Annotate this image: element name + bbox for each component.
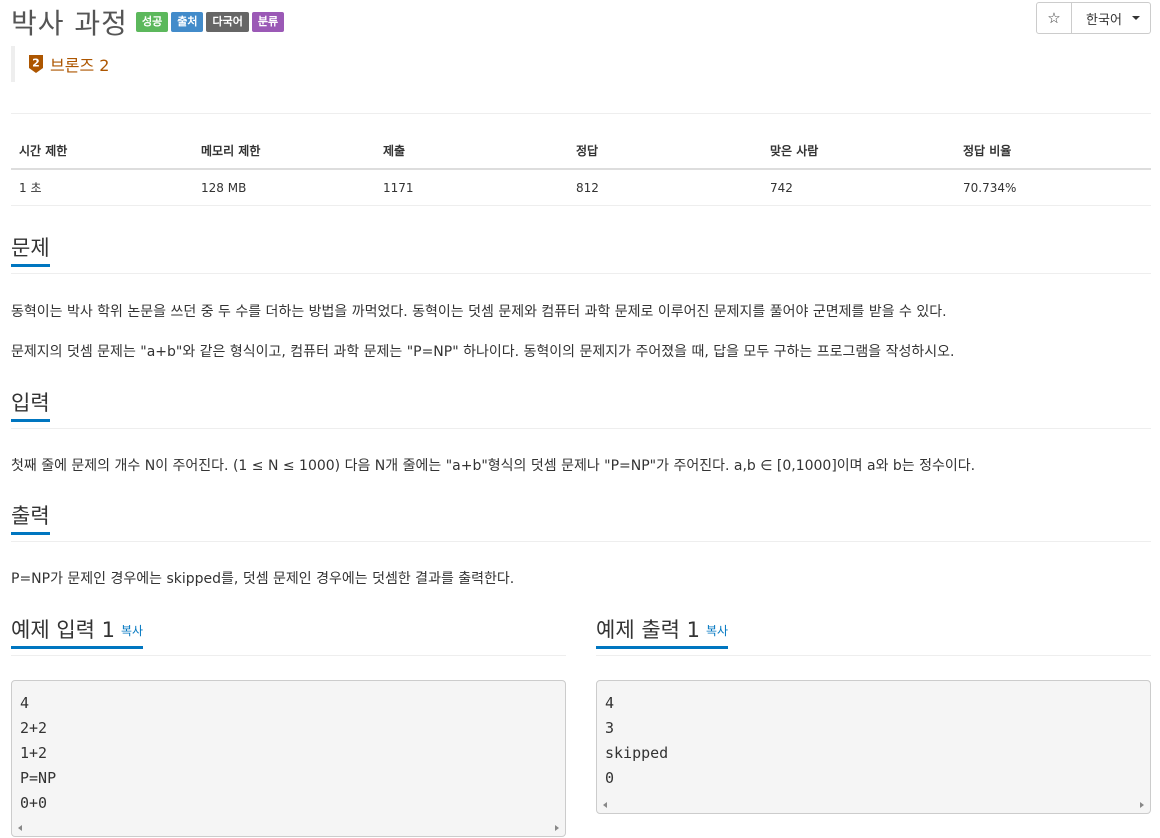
problem-section-title: 문제 <box>11 235 50 267</box>
caret-down-icon <box>1131 16 1140 20</box>
sample-output-line: 3 <box>605 719 615 737</box>
input-description: 첫째 줄에 문제의 개수 N이 주어진다. (1 ≤ N ≤ 1000) 다음 … <box>11 458 976 474</box>
table-header-row: 시간 제한 메모리 제한 제출 정답 맞은 사람 정답 비율 <box>11 133 1151 170</box>
submissions-value[interactable]: 1171 <box>375 169 568 206</box>
memory-limit-value: 128 MB <box>193 169 375 206</box>
copy-input-link[interactable]: 복사 <box>121 624 143 638</box>
scroll-right-icon[interactable] <box>1140 802 1144 808</box>
problem-info-table: 시간 제한 메모리 제한 제출 정답 맞은 사람 정답 비율 1 초 128 M… <box>11 133 1151 206</box>
sample-output-line: 0 <box>605 769 615 787</box>
page-title: 박사 과정 <box>11 7 128 40</box>
sample-output-line: 4 <box>605 694 615 712</box>
label-success[interactable]: 성공 <box>135 12 169 32</box>
horizontal-scrollbar[interactable] <box>13 821 564 835</box>
header-memory-limit: 메모리 제한 <box>193 133 375 170</box>
sample-output-header: 예제 출력 1 복사 <box>596 617 1151 656</box>
scroll-left-icon[interactable] <box>603 802 607 808</box>
table-row: 1 초 128 MB 1171 812 742 70.734% <box>11 169 1151 206</box>
problem-section-header: 문제 <box>11 235 1151 274</box>
time-limit-value: 1 초 <box>11 169 193 206</box>
tier-link[interactable]: 브론즈 2 <box>50 52 109 76</box>
accepted-value: 812 <box>568 169 762 206</box>
sample-input-title-text: 예제 입력 1 <box>11 618 115 642</box>
label-multilang[interactable]: 다국어 <box>206 12 249 32</box>
sample-input-line: P=NP <box>20 769 57 787</box>
sample-output-title: 예제 출력 1 복사 <box>596 617 729 649</box>
input-section-header: 입력 <box>11 390 1151 429</box>
sample-output-box[interactable]: 4 3 skipped 0 <box>596 680 1151 814</box>
copy-output-link[interactable]: 복사 <box>706 624 728 638</box>
star-icon: ☆ <box>1047 9 1061 27</box>
label-source[interactable]: 출처 <box>171 12 204 32</box>
title-row: 박사 과정 성공 출처 다국어 분류 <box>11 4 287 40</box>
scroll-left-icon[interactable] <box>18 825 22 831</box>
output-section-header: 출력 <box>11 503 1151 542</box>
ratio-value: 70.734% <box>955 169 1151 206</box>
header-solvers: 맞은 사람 <box>762 133 955 170</box>
toolbar: ☆ 한국어 <box>1036 2 1151 34</box>
horizontal-scrollbar[interactable] <box>598 798 1149 812</box>
sample-input-line: 2+2 <box>20 719 48 737</box>
tier-bronze-badge-icon: 2 <box>29 55 43 73</box>
star-button[interactable]: ☆ <box>1036 2 1072 34</box>
sample-input-title: 예제 입력 1 복사 <box>11 617 144 649</box>
header-accepted: 정답 <box>568 133 762 170</box>
language-dropdown[interactable]: 한국어 <box>1072 2 1151 34</box>
input-section-title: 입력 <box>11 390 50 422</box>
language-label: 한국어 <box>1086 12 1122 28</box>
tier-number: 2 <box>32 57 40 70</box>
header-ratio: 정답 비율 <box>955 133 1151 170</box>
header-time-limit: 시간 제한 <box>11 133 193 170</box>
sample-output-title-text: 예제 출력 1 <box>596 618 700 642</box>
output-section-title: 출력 <box>11 503 50 535</box>
solvers-value[interactable]: 742 <box>762 169 955 206</box>
sample-input-line: 1+2 <box>20 744 48 762</box>
tier-block: 2 브론즈 2 <box>11 46 109 82</box>
problem-description-1: 동혁이는 박사 학위 논문을 쓰던 중 두 수를 더하는 방법을 까먹었다. 동… <box>11 304 947 320</box>
sample-output-line: skipped <box>605 744 669 762</box>
problem-description-2: 문제지의 덧셈 문제는 "a+b"와 같은 형식이고, 컴퓨터 과학 문제는 "… <box>11 344 955 360</box>
sample-input-line: 0+0 <box>20 794 48 812</box>
output-description: P=NP가 문제인 경우에는 skipped를, 덧셈 문제인 경우에는 덧셈한… <box>11 571 515 587</box>
divider <box>11 113 1151 114</box>
sample-input-header: 예제 입력 1 복사 <box>11 617 566 656</box>
sample-input-box[interactable]: 4 2+2 1+2 P=NP 0+0 <box>11 680 566 837</box>
sample-input-line: 4 <box>20 694 30 712</box>
header-submissions: 제출 <box>375 133 568 170</box>
label-classification[interactable]: 분류 <box>251 12 285 32</box>
scroll-right-icon[interactable] <box>555 825 559 831</box>
